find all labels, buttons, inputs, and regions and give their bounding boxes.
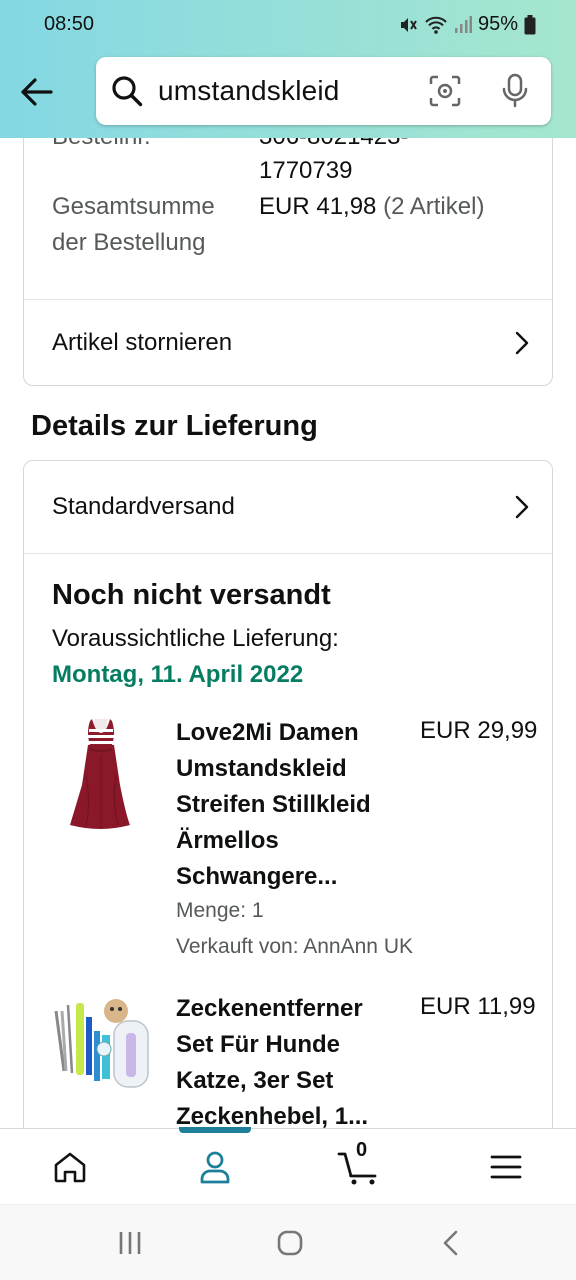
battery-icon	[524, 14, 536, 34]
item-seller: Verkauft von: AnnAnn UK	[176, 935, 413, 958]
eta-label: Voraussichtliche Lieferung:	[52, 625, 339, 652]
item-title-line: Katze, 3er Set	[176, 1067, 334, 1094]
item-title[interactable]: Love2Mi Damen Umstandskleid Streifen Sti…	[176, 715, 406, 895]
status-time: 08:50	[44, 13, 95, 35]
signal-icon	[454, 15, 472, 33]
delivery-card: Standardversand Noch nicht versandt Vora…	[23, 460, 553, 1128]
chevron-right-icon	[515, 495, 529, 519]
wifi-icon	[425, 16, 447, 34]
item-title-line: Streifen Stillkleid	[176, 791, 371, 818]
shipping-method-link[interactable]: Standardversand	[24, 461, 552, 553]
item-title-line: Set Für Hunde	[176, 1031, 341, 1058]
order-total-items: (2 Artikel)	[383, 193, 485, 220]
order-details-content: Bestellnr. 306-8021423- 1770739 Gesamtsu…	[0, 138, 576, 1128]
cart-count-badge: 0	[356, 1139, 368, 1161]
item-title-line: Ärmellos	[176, 827, 279, 854]
shipment-status: Noch nicht versandt	[52, 579, 331, 611]
order-number-line1: 306-8021423-	[259, 138, 408, 154]
search-input[interactable]: umstandskleid	[96, 57, 551, 125]
eta-date: Montag, 11. April 2022	[52, 661, 304, 688]
home-icon	[54, 1152, 86, 1183]
person-icon	[200, 1151, 230, 1184]
tick-remover-set-image[interactable]	[46, 991, 156, 1111]
dress-image[interactable]	[46, 715, 156, 835]
back-arrow-icon	[21, 78, 53, 106]
bottom-navigation: 0	[0, 1127, 576, 1204]
active-tab-indicator	[179, 1127, 251, 1133]
nav-home[interactable]	[46, 1145, 94, 1189]
search-query: umstandskleid	[158, 75, 340, 106]
item-title-line: Umstandskleid	[176, 755, 347, 782]
system-navigation-bar	[0, 1204, 576, 1280]
chevron-right-icon	[515, 331, 529, 355]
app-header: 08:50 95% umstandskleid	[0, 0, 576, 138]
search-icon	[112, 76, 143, 107]
item-price: EUR 29,99	[420, 717, 538, 744]
item-title-line: Zeckenentferner	[176, 995, 363, 1022]
order-number-label: Bestellnr.	[52, 138, 151, 155]
item-price: EUR 11,99	[420, 993, 536, 1020]
order-number-line2: 1770739	[259, 157, 353, 184]
status-icons: 95%	[398, 13, 536, 36]
item-title[interactable]: Zeckenentferner Set Für Hunde Katze, 3er…	[176, 991, 406, 1128]
order-total-label-line2: der Bestellung	[52, 229, 206, 256]
divider	[24, 553, 552, 554]
delivery-section-title: Details zur Lieferung	[31, 410, 318, 442]
item-title-line: Love2Mi Damen	[176, 719, 359, 746]
order-total-amount: EUR 41,98	[259, 193, 377, 220]
shipping-method-label: Standardversand	[52, 493, 235, 520]
mute-icon	[400, 17, 417, 32]
item-quantity: Menge: 1	[176, 899, 264, 922]
home-circle-icon[interactable]	[276, 1229, 304, 1257]
camera-search-icon[interactable]	[428, 74, 462, 108]
hamburger-menu-icon	[490, 1155, 522, 1179]
microphone-icon[interactable]	[500, 73, 530, 109]
item-title-line: Zeckenhebel, 1...	[176, 1103, 369, 1128]
battery-percent: 95%	[477, 13, 518, 35]
cancel-items-label: Artikel stornieren	[52, 329, 233, 356]
recent-apps-icon[interactable]	[116, 1229, 144, 1257]
item-title-line: Schwangere...	[176, 863, 338, 890]
order-summary-card: Bestellnr. 306-8021423- 1770739 Gesamtsu…	[23, 138, 553, 386]
nav-menu[interactable]	[482, 1145, 530, 1189]
back-button[interactable]	[14, 70, 58, 114]
order-total-value: EUR 41,98 (2 Artikel)	[259, 190, 484, 224]
order-total-label-line1: Gesamtsumme	[52, 193, 215, 220]
system-back-icon[interactable]	[440, 1229, 462, 1257]
cancel-items-link[interactable]: Artikel stornieren	[24, 300, 552, 386]
nav-account[interactable]	[191, 1145, 239, 1189]
